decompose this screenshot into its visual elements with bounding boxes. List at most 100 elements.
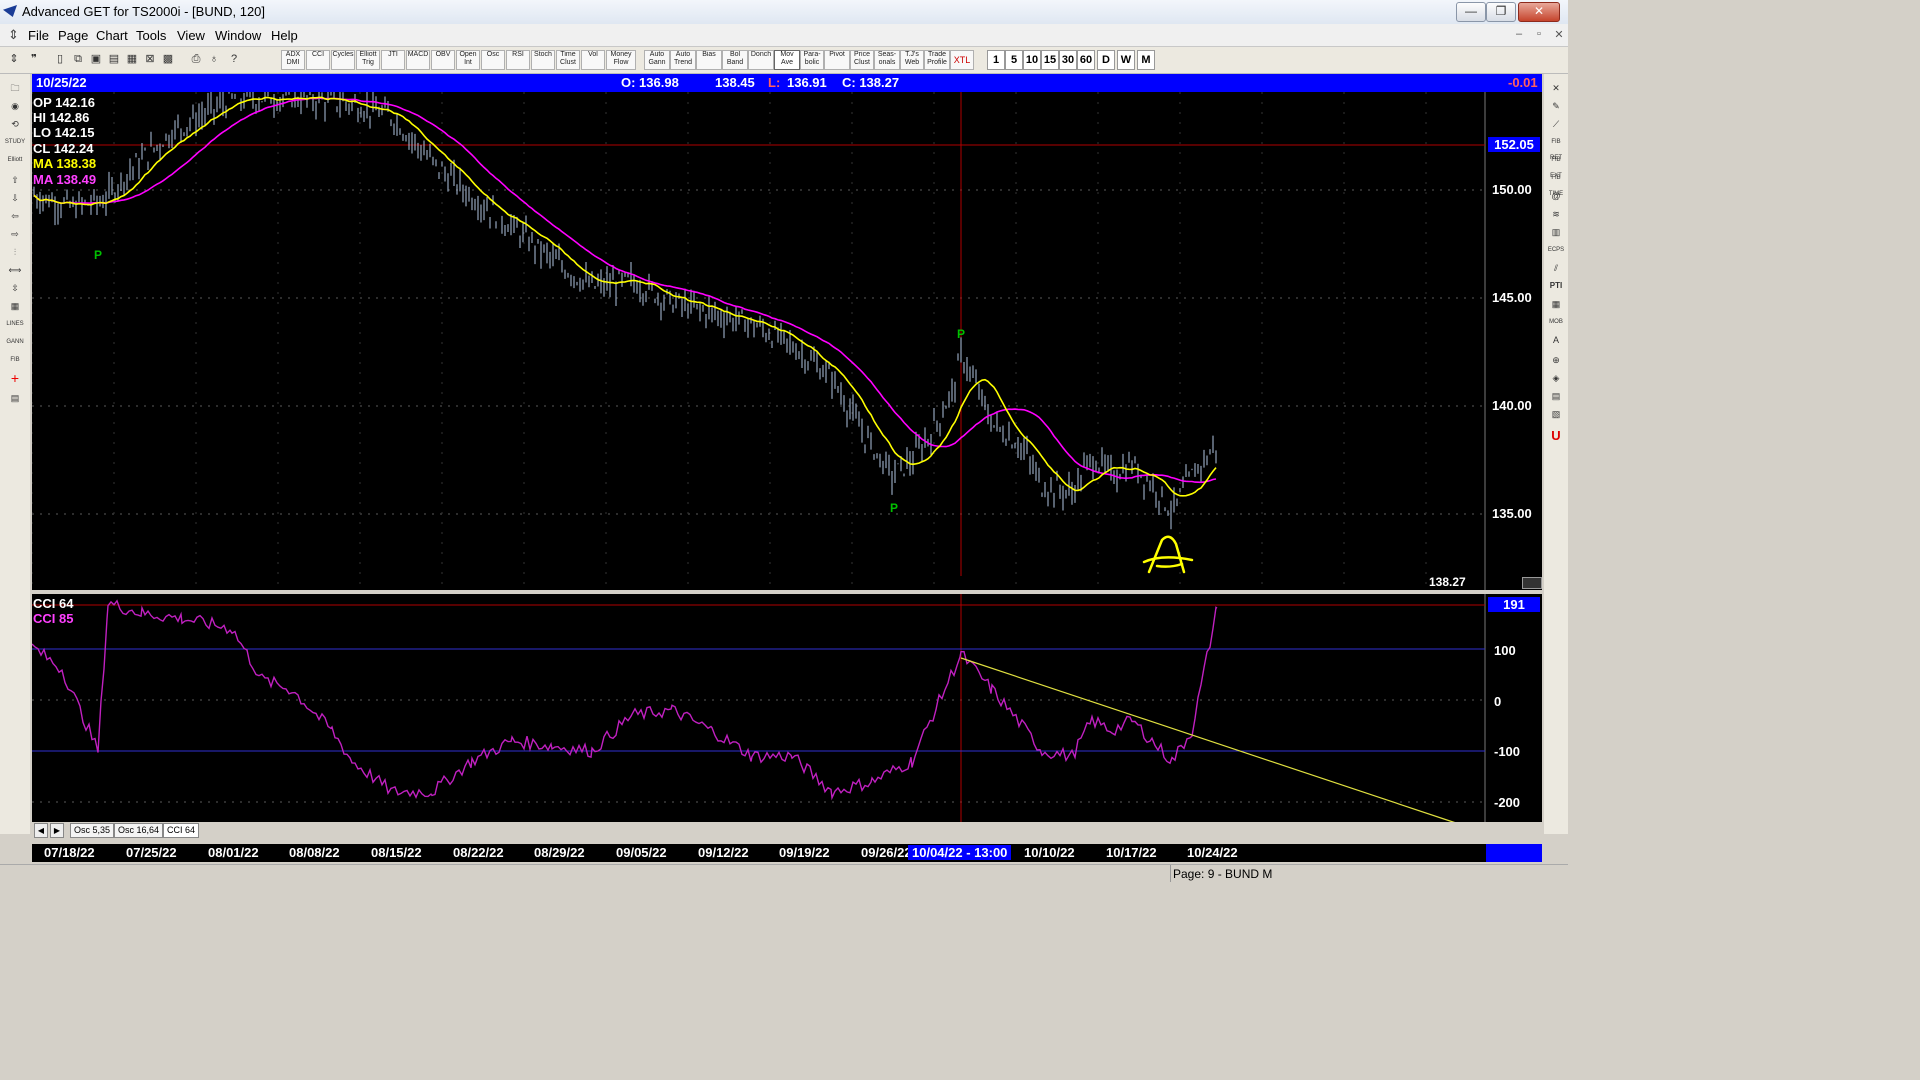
menu-view[interactable]: View: [177, 28, 205, 43]
scroll-right-icon[interactable]: ▶: [50, 823, 64, 838]
tab-osc-5-35[interactable]: Osc 5,35: [70, 823, 115, 838]
eye-icon[interactable]: ◉: [4, 98, 26, 114]
menu-file[interactable]: File: [28, 28, 49, 43]
toolbar-parabolic[interactable]: Para-bolic: [800, 50, 824, 70]
interval-1[interactable]: 1: [987, 50, 1005, 70]
fan-icon[interactable]: ≋: [1546, 206, 1566, 222]
toolbar-rsi[interactable]: RSI: [506, 50, 530, 70]
close-button[interactable]: ✕: [1518, 2, 1560, 22]
toolbar-cycles[interactable]: Cycles: [331, 50, 355, 70]
toolbar-mov-ave[interactable]: Mov Ave: [774, 50, 800, 70]
toolbar-bias[interactable]: Bias: [696, 50, 722, 70]
magnet-icon[interactable]: U: [1546, 428, 1566, 444]
menu-tools[interactable]: Tools: [136, 28, 166, 43]
new-page-icon[interactable]: ▯: [52, 50, 68, 68]
toolbar-vol[interactable]: Vol: [581, 50, 605, 70]
toolbar-auto-gann[interactable]: Auto Gann: [644, 50, 670, 70]
cursor-icon[interactable]: ⇕: [6, 50, 22, 68]
tool-elliott[interactable]: Elliott: [4, 152, 26, 168]
tab-osc-16-64[interactable]: Osc 16,64: [114, 823, 164, 838]
reset-icon[interactable]: ⟲: [4, 116, 26, 132]
box-icon[interactable]: ▥: [1546, 224, 1566, 240]
toolbar-seasonals[interactable]: Seas-onals: [874, 50, 900, 70]
expand-horizontal-icon[interactable]: ⟺: [4, 262, 26, 278]
toolbar-time-clust[interactable]: Time Clust: [556, 50, 580, 70]
interval-m[interactable]: M: [1137, 50, 1155, 70]
tool-ecps[interactable]: ECPS: [1546, 242, 1566, 258]
help-icon[interactable]: ?: [226, 50, 242, 68]
toolbar-auto-trend[interactable]: Auto Trend: [670, 50, 696, 70]
channel-icon[interactable]: ⫽: [1546, 260, 1566, 276]
scroll-left-icon[interactable]: ◀: [34, 823, 48, 838]
toolbar-macd[interactable]: MACD: [406, 50, 430, 70]
menu-help[interactable]: Help: [271, 28, 298, 43]
toolbar-stoch[interactable]: Stoch: [531, 50, 555, 70]
toolbar-donch[interactable]: Donch: [748, 50, 774, 70]
toolbar-xtl[interactable]: XTL: [950, 50, 974, 70]
menu-window[interactable]: Window: [215, 28, 261, 43]
arrow-up-icon[interactable]: ⇧: [4, 172, 26, 188]
tab-cci-64[interactable]: CCI 64: [163, 823, 200, 838]
toolbar-osc[interactable]: Osc: [481, 50, 505, 70]
expand-vertical-icon[interactable]: ⇳: [4, 280, 26, 296]
mdi-restore-icon[interactable]: ▫: [1530, 28, 1548, 42]
tool-lines[interactable]: LINES: [4, 316, 26, 332]
spiral-icon[interactable]: @: [1546, 188, 1566, 204]
table-icon[interactable]: ▦: [1546, 296, 1566, 312]
toolbar-open-int[interactable]: Open Int: [456, 50, 480, 70]
toolbar-trade-profile[interactable]: Trade Profile: [924, 50, 950, 70]
save-icon[interactable]: ▣: [88, 50, 104, 68]
clipboard-icon[interactable]: ▤: [4, 390, 26, 406]
folder-icon[interactable]: 🗀: [4, 80, 26, 96]
copy-icon[interactable]: ⧉: [70, 50, 86, 68]
close-x-icon[interactable]: ✕: [1546, 80, 1566, 96]
eraser-icon[interactable]: ◈: [1546, 370, 1566, 386]
menu-page[interactable]: Page: [58, 28, 88, 43]
mdi-close-icon[interactable]: ✕: [1550, 28, 1568, 42]
arrow-right-icon[interactable]: ⇨: [4, 226, 26, 242]
interval-10[interactable]: 10: [1023, 50, 1041, 70]
toolbar-obv[interactable]: OBV: [431, 50, 455, 70]
grid-icon[interactable]: ⊠: [142, 50, 158, 68]
tool-study[interactable]: STUDY: [4, 134, 26, 150]
toolbar-tjs-web[interactable]: T.J's Web: [900, 50, 924, 70]
arrow-left-icon[interactable]: ⇦: [4, 208, 26, 224]
interval-w[interactable]: W: [1117, 50, 1135, 70]
line-tool-icon[interactable]: ⟋: [1546, 116, 1566, 132]
interval-30[interactable]: 30: [1059, 50, 1077, 70]
scale-icon[interactable]: [1522, 577, 1542, 589]
interval-15[interactable]: 15: [1041, 50, 1059, 70]
toolbar-jti[interactable]: JTI: [381, 50, 405, 70]
toolbar-money-flow[interactable]: Money Flow: [606, 50, 636, 70]
toolbar-bol-band[interactable]: Bol Band: [722, 50, 748, 70]
toolbar-elliott-trig[interactable]: Elliott Trig: [356, 50, 380, 70]
maximize-button[interactable]: ❐: [1486, 2, 1516, 22]
text-tool-icon[interactable]: A: [1546, 332, 1566, 348]
quote-icon[interactable]: ❞: [26, 50, 42, 68]
chart-icon[interactable]: ▩: [160, 50, 176, 68]
interval-5[interactable]: 5: [1005, 50, 1023, 70]
interval-60[interactable]: 60: [1077, 50, 1095, 70]
list-icon[interactable]: ▤: [1546, 388, 1566, 404]
toolbar-price-clust[interactable]: Price Clust: [850, 50, 874, 70]
pencil-icon[interactable]: ✎: [1546, 98, 1566, 114]
print-icon[interactable]: ⎙: [188, 50, 204, 68]
tool-gann[interactable]: GANN: [4, 334, 26, 350]
tool-fib[interactable]: FIB: [4, 352, 26, 368]
toolbar-cci[interactable]: CCI: [306, 50, 330, 70]
tool-fib-ret[interactable]: FIB RET: [1546, 134, 1566, 161]
zoom-icon[interactable]: ⊕: [1546, 352, 1566, 368]
grid-tool-icon[interactable]: ▦: [4, 298, 26, 314]
tool-pti[interactable]: PTI: [1546, 278, 1566, 294]
arrow-down-icon[interactable]: ⇩: [4, 190, 26, 206]
toolbar-adx-dmi[interactable]: ADX DMI: [281, 50, 305, 70]
minimize-button[interactable]: —: [1456, 2, 1486, 22]
tool-mob[interactable]: MOB: [1546, 314, 1566, 330]
bars-icon[interactable]: ⫶: [4, 244, 26, 260]
menu-chart[interactable]: Chart: [96, 28, 128, 43]
notes-icon[interactable]: ▧: [1546, 406, 1566, 422]
layout-icon[interactable]: ▦: [124, 50, 140, 68]
crosshair-icon[interactable]: +: [4, 370, 26, 386]
tool-fib-ext[interactable]: FIB EXT: [1546, 152, 1566, 179]
tool-fib-time[interactable]: FIB TIME: [1546, 170, 1566, 197]
